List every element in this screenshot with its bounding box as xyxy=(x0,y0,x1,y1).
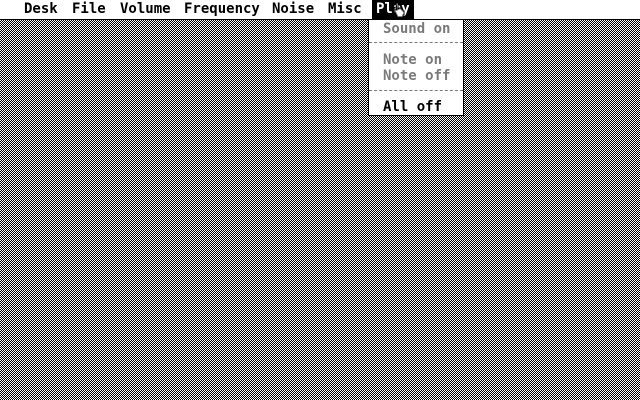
menu-item-note-off[interactable]: Note off xyxy=(369,68,463,84)
menu-misc[interactable]: Misc xyxy=(324,0,366,19)
menu-item-all-off[interactable]: All off xyxy=(369,99,463,115)
hand-pointer-icon xyxy=(393,2,405,18)
menu-volume[interactable]: Volume xyxy=(116,0,175,19)
menu-noise[interactable]: Noise xyxy=(268,0,318,19)
desktop-background[interactable] xyxy=(0,20,640,400)
menu-bar: Desk File Volume Frequency Noise Misc Pl… xyxy=(0,0,640,20)
play-menu-dropdown: Sound on Note on Note off All off xyxy=(368,19,464,116)
menu-separator xyxy=(369,90,463,91)
menu-separator xyxy=(369,42,463,43)
menu-item-sound-on[interactable]: Sound on xyxy=(369,21,463,37)
menu-desk[interactable]: Desk xyxy=(20,0,62,19)
atari-desktop-screen: Desk File Volume Frequency Noise Misc Pl… xyxy=(0,0,640,400)
menu-frequency[interactable]: Frequency xyxy=(180,0,264,19)
menu-file[interactable]: File xyxy=(68,0,110,19)
menu-item-note-on[interactable]: Note on xyxy=(369,52,463,68)
